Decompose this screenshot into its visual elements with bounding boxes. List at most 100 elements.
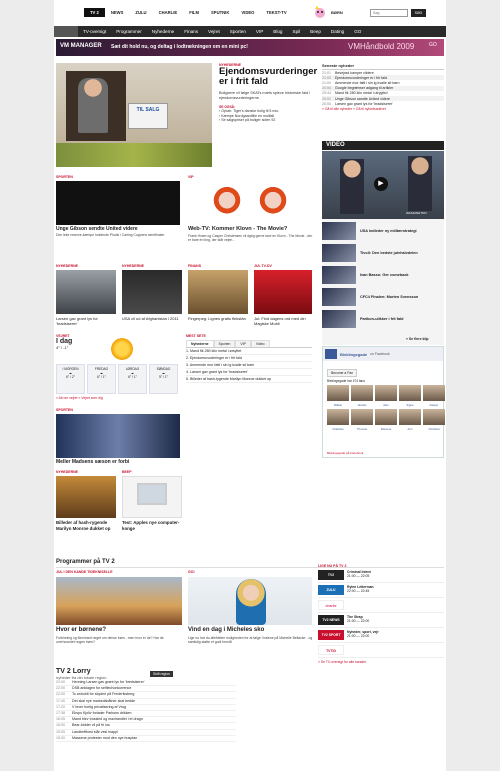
fan-name[interactable]: Signe: [399, 403, 421, 407]
top-nav-tekst-tv[interactable]: TEKST-TV: [260, 8, 292, 17]
fan-avatar[interactable]: [327, 409, 349, 425]
tv2-logo[interactable]: [54, 26, 78, 37]
mascot-icon[interactable]: [312, 6, 328, 20]
thumb-image[interactable]: [254, 270, 312, 314]
video-item[interactable]: USA indleder ny militærstrategi: [322, 221, 444, 241]
facebook-page-name[interactable]: Bleklingegade: [340, 352, 367, 357]
news-row-image[interactable]: [56, 476, 116, 518]
forecast-day[interactable]: LØRDAG ☁ 6° / 1°: [118, 364, 147, 394]
top-nav-video[interactable]: VIDEO: [235, 8, 260, 17]
hero-link[interactable]: › Se salgspriser på boliger siden 92: [219, 118, 319, 123]
sport2-title[interactable]: Meller Madsens sæson er forbi: [56, 459, 182, 466]
forecast-day[interactable]: FREDAG ☁ 6° / 1°: [87, 364, 116, 394]
nav-programmer[interactable]: Programmer: [111, 26, 147, 37]
most-read-item[interactable]: 4. Larsen gav grant lys for 'bradsiserer…: [186, 369, 312, 376]
fan-avatar[interactable]: [375, 409, 397, 425]
thumb-image[interactable]: [122, 270, 182, 314]
sport2-image[interactable]: [56, 414, 180, 458]
top-nav-tv2[interactable]: TV 2: [84, 8, 105, 17]
sport-image[interactable]: [56, 181, 180, 225]
video-item[interactable]: Parikon-ulikker i frit fald: [322, 309, 444, 329]
nav-finans[interactable]: Finans: [179, 26, 203, 37]
lorry-item[interactable]: 15:00 Massene protester mod den nye buspl…: [56, 736, 236, 743]
program-right-title[interactable]: Vind en dag i Micheles sko: [188, 627, 314, 634]
nav-sporten[interactable]: Sporten: [225, 26, 251, 37]
nav-vip[interactable]: VIP: [251, 26, 268, 37]
fan-name[interactable]: Kasper: [423, 403, 445, 407]
vip-image[interactable]: [188, 181, 312, 225]
fan-name[interactable]: Alex: [375, 403, 397, 407]
search-button[interactable]: SØG: [411, 9, 426, 17]
channel-row[interactable]: charlie: [318, 598, 444, 613]
video-player[interactable]: ▶ WASHINGTON: [322, 151, 444, 219]
tab-video[interactable]: Video: [250, 340, 270, 347]
top-nav-news[interactable]: NEWS: [105, 8, 130, 17]
fan-name[interactable]: Thomas: [351, 427, 373, 431]
fan-avatar[interactable]: [399, 385, 421, 401]
fan-name[interactable]: Ann: [399, 427, 421, 431]
nav-nyhederne[interactable]: Nyhederne: [147, 26, 179, 37]
nav-spil[interactable]: Spil: [288, 26, 306, 37]
play-icon[interactable]: ▶: [374, 177, 388, 191]
fan-avatar[interactable]: [399, 409, 421, 425]
news-row-image[interactable]: [122, 476, 182, 518]
nav-blog[interactable]: Blog: [268, 26, 287, 37]
fan-avatar[interactable]: [327, 385, 349, 401]
fan-name[interactable]: Mikkel: [327, 403, 349, 407]
fan-name[interactable]: Charlotte: [327, 427, 349, 431]
hero-title[interactable]: Ejendomsvurderinger er i frit fald: [219, 67, 319, 87]
channel-row[interactable]: ZULU Rylen Letterman 22:00 — 22:45: [318, 583, 444, 598]
video-item[interactable]: Tivoli: Den bedste julehalvdelen: [322, 243, 444, 263]
channel-row[interactable]: TV2 Criminal Intent 21:00 — 22:05: [318, 568, 444, 583]
thumb-caption[interactable]: Jul: Find dagens ord med din Magiske Mob…: [254, 316, 316, 326]
weather-links[interactable]: » Alt om vejret » Vejret som dig: [56, 396, 103, 400]
most-read-item[interactable]: 5. Billeder af hash-tygende Marilyn Monr…: [186, 376, 312, 383]
nav-tv-oversigt[interactable]: TV-oversigt: [78, 26, 111, 37]
tab-vip[interactable]: VIP: [235, 340, 251, 347]
forecast-day[interactable]: SØNDAG ☁ 5° / 1°: [149, 364, 178, 394]
channel-row[interactable]: TVTID: [318, 643, 444, 658]
fan-avatar[interactable]: [351, 385, 373, 401]
fan-avatar[interactable]: [375, 385, 397, 401]
fan-name[interactable]: Christina: [423, 427, 445, 431]
video-item[interactable]: CFC4 Finalen: Morten Svensson: [322, 287, 444, 307]
video-item[interactable]: Ivan Basso: Ger comeback: [322, 265, 444, 285]
video-more-link[interactable]: » Se flere klip: [406, 337, 429, 341]
schedule-footer-link[interactable]: » Se TV-oversigt for alle kanaler: [318, 660, 444, 664]
fan-name[interactable]: Janette: [351, 403, 373, 407]
tab-nyhederne[interactable]: Nyhederne: [186, 340, 214, 347]
facebook-footer[interactable]: Blekingegade på Facebook: [327, 451, 363, 455]
fan-avatar[interactable]: [423, 409, 445, 425]
program-left-title[interactable]: Hvor er børnene?: [56, 627, 182, 634]
hero-image[interactable]: TIL SALG: [56, 63, 212, 167]
nav-go[interactable]: GO: [349, 26, 366, 37]
top-nav-film[interactable]: FILM: [183, 8, 205, 17]
top-nav-sputnik[interactable]: SPUTNIK: [205, 8, 235, 17]
program-right-image[interactable]: [188, 577, 312, 625]
tab-sporten[interactable]: Sporten: [213, 340, 236, 347]
nav-vejret[interactable]: Vejret: [203, 26, 225, 37]
change-region-button[interactable]: Skift region: [150, 671, 173, 677]
fan-avatar[interactable]: [423, 385, 445, 401]
fan-avatar[interactable]: [351, 409, 373, 425]
fan-name[interactable]: Rasmus: [375, 427, 397, 431]
sport-title[interactable]: Unge Gibson sendte United videre: [56, 226, 182, 233]
become-fan-button[interactable]: Become a Fan: [327, 369, 358, 377]
forecast-day[interactable]: I MORGEN ☁ 6° / 2°: [56, 364, 85, 394]
channel-row[interactable]: TV2 SPORT Nyheder, sport, vejr 21:00 — 22:…: [318, 628, 444, 643]
most-read-item[interactable]: 1. Mand fik 280 kilo metal i ørsyltet: [186, 348, 312, 355]
thumb-caption[interactable]: Larsen gav grant lys for 'bradsiserer': [56, 316, 118, 326]
vip-title[interactable]: Web-TV: Kommer Klovn - The Movie?: [188, 226, 316, 233]
nav-dating[interactable]: Dating: [326, 26, 349, 37]
search-input[interactable]: [370, 9, 408, 17]
news-footer-links[interactable]: » Gå til alle nyheder » Gå til nyhedsark…: [322, 107, 444, 111]
most-read-item[interactable]: 2. Ejendomsvurderinger er i frit fald: [186, 355, 312, 362]
thumb-caption[interactable]: Fingerpeg: Lignes gratis flekstän: [188, 316, 250, 322]
thumb-image[interactable]: [188, 270, 248, 314]
channel-row[interactable]: TV2 NEWS The Strap 21:00 — 22:00: [318, 613, 444, 628]
top-nav-zulu[interactable]: ZULU: [129, 8, 152, 17]
thumb-image[interactable]: [56, 270, 116, 314]
program-left-image[interactable]: [56, 577, 182, 625]
top-nav-charlie[interactable]: CHARLIE: [153, 8, 184, 17]
nav-beep[interactable]: Beep: [305, 26, 326, 37]
